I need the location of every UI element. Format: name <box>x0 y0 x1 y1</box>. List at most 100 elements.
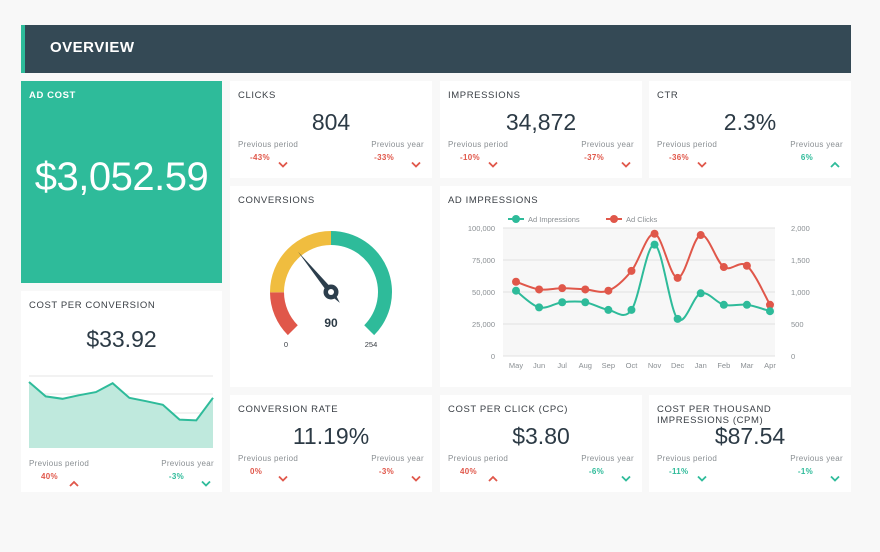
chevron-down-icon <box>621 155 631 168</box>
gauge-hub-center <box>328 289 334 295</box>
chevron-down-icon <box>278 155 288 168</box>
prev-year-change: -3% <box>378 467 394 476</box>
x-tick-label: Oct <box>626 361 639 370</box>
ad-impressions-point[interactable] <box>650 240 659 249</box>
gauge-band-3 <box>331 231 392 336</box>
cpc-card: COST PER CLICK (CPC) $3.80 Previous period… <box>440 395 642 492</box>
metric-value: $3.80 <box>512 423 570 449</box>
ad-impressions-point[interactable] <box>696 289 705 298</box>
prev-period-label: Previous period <box>448 454 509 463</box>
card-title: CLICKS <box>238 90 276 101</box>
prev-period-change: -43% <box>250 153 270 162</box>
prev-year-label: Previous year <box>790 454 843 463</box>
x-tick-label: Dec <box>671 361 685 370</box>
metric-value: 11.19% <box>292 423 370 449</box>
y-left-tick-label: 50,000 <box>472 288 495 297</box>
x-tick-label: Apr <box>764 361 776 370</box>
prev-year-label: Previous year <box>581 140 634 149</box>
chevron-down-icon <box>411 155 421 168</box>
ad-impressions-point[interactable] <box>558 298 567 307</box>
ad-clicks-point[interactable] <box>581 285 590 294</box>
ad-clicks-point[interactable] <box>535 285 544 294</box>
clicks-card: CLICKS 804 Previous period -43% Previous yea… <box>230 81 432 178</box>
gauge-max-label: 254 <box>365 340 378 349</box>
ad-clicks-point[interactable] <box>719 263 728 272</box>
x-tick-label: Jun <box>533 361 545 370</box>
chevron-down-icon <box>697 469 707 482</box>
ad-impressions-point[interactable] <box>742 300 751 309</box>
prev-period-change: 0% <box>250 467 263 476</box>
ad-clicks-point[interactable] <box>558 284 567 293</box>
ad-clicks-point[interactable] <box>696 231 705 240</box>
ad-cost-card: AD COST $3,052.59 <box>21 81 222 283</box>
ad-impressions-point[interactable] <box>604 305 613 314</box>
prev-year-label: Previous year <box>790 140 843 149</box>
cost-per-conversion-sparkline <box>28 375 214 448</box>
chevron-down-icon <box>830 469 840 482</box>
ad-cost-value: $3,052.59 <box>34 155 209 199</box>
prev-year-change: -6% <box>588 467 604 476</box>
legend-marker <box>512 215 520 223</box>
conversion-rate-card: CONVERSION RATE 11.19% Previous period 0% Pr… <box>230 395 432 492</box>
metric-value: 2.3% <box>723 109 777 135</box>
chevron-down-icon <box>411 469 421 482</box>
y-right-tick-label: 2,000 <box>791 224 810 233</box>
ctr-card: CTR 2.3% Previous period -36% Previous year 6… <box>649 81 851 178</box>
gauge-value: 90 <box>324 316 338 330</box>
y-right-tick-label: 1,000 <box>791 288 810 297</box>
ad-clicks-point[interactable] <box>512 277 520 286</box>
conversions-gauge: 90 0 254 <box>270 231 392 349</box>
card-title: IMPRESSIONS <box>448 90 521 101</box>
ad-clicks-point[interactable] <box>604 286 613 295</box>
legend-label: Ad Impressions <box>528 215 580 224</box>
ad-impressions-point[interactable] <box>512 286 520 295</box>
prev-period-label: Previous period <box>448 140 509 149</box>
y-left-tick-label: 25,000 <box>472 320 495 329</box>
prev-period-label: Previous period <box>238 454 299 463</box>
chevron-down-icon <box>697 155 707 168</box>
ad-clicks-point[interactable] <box>742 261 751 270</box>
ad-impressions-point[interactable] <box>766 307 774 316</box>
y-right-tick-label: 500 <box>791 320 804 329</box>
prev-year-label: Previous year <box>371 140 424 149</box>
prev-year-change: 6% <box>800 153 813 162</box>
ad-clicks-point[interactable] <box>627 266 636 275</box>
metric-value: $87.54 <box>714 423 786 449</box>
x-tick-label: Jul <box>557 361 567 370</box>
ad-clicks-point[interactable] <box>650 229 659 238</box>
gauge-band-1 <box>270 292 298 336</box>
prev-period-change: -10% <box>460 153 480 162</box>
x-tick-label: Sep <box>602 361 615 370</box>
card-title: CTR <box>657 90 679 101</box>
ad-impressions-point[interactable] <box>673 314 682 323</box>
ad-impressions-point[interactable] <box>535 303 544 312</box>
cost-per-conversion-card: COST PER CONVERSION $33.92 Previous period… <box>21 291 222 492</box>
prev-period-change: -36% <box>669 153 689 162</box>
ad-clicks-point[interactable] <box>673 273 682 282</box>
sparkline-area <box>29 382 213 448</box>
chevron-up-icon <box>830 155 840 168</box>
y-left-tick-label: 75,000 <box>472 256 495 265</box>
legend-item-ad-clicks[interactable]: Ad Clicks <box>606 215 658 224</box>
x-tick-label: Feb <box>717 361 730 370</box>
x-tick-label: Jan <box>695 361 707 370</box>
chevron-down-icon <box>621 469 631 482</box>
ad-impressions-card: AD IMPRESSIONS 0 0 25,000 500 50,000 1,000 75,… <box>440 186 851 387</box>
page-title: OVERVIEW <box>50 39 135 56</box>
chevron-up-icon <box>488 469 498 482</box>
prev-year-change: -1% <box>797 467 813 476</box>
y-right-tick-label: 1,500 <box>791 256 810 265</box>
prev-period-label: Previous period <box>657 140 718 149</box>
ad-impressions-point[interactable] <box>627 305 636 314</box>
x-tick-label: May <box>509 361 523 370</box>
chevron-down-icon <box>278 469 288 482</box>
ad-impressions-point[interactable] <box>719 300 728 309</box>
prev-year-label: Previous year <box>581 454 634 463</box>
impressions-card: IMPRESSIONS 34,872 Previous period -10% Prev… <box>440 81 642 178</box>
y-left-tick-label: 0 <box>491 352 495 361</box>
legend-item-ad-impressions[interactable]: Ad Impressions <box>508 215 580 224</box>
y-left-tick-label: 100,000 <box>468 224 495 233</box>
prev-period-label: Previous period <box>238 140 299 149</box>
ad-impressions-point[interactable] <box>581 298 590 307</box>
card-title: AD COST <box>29 90 76 101</box>
